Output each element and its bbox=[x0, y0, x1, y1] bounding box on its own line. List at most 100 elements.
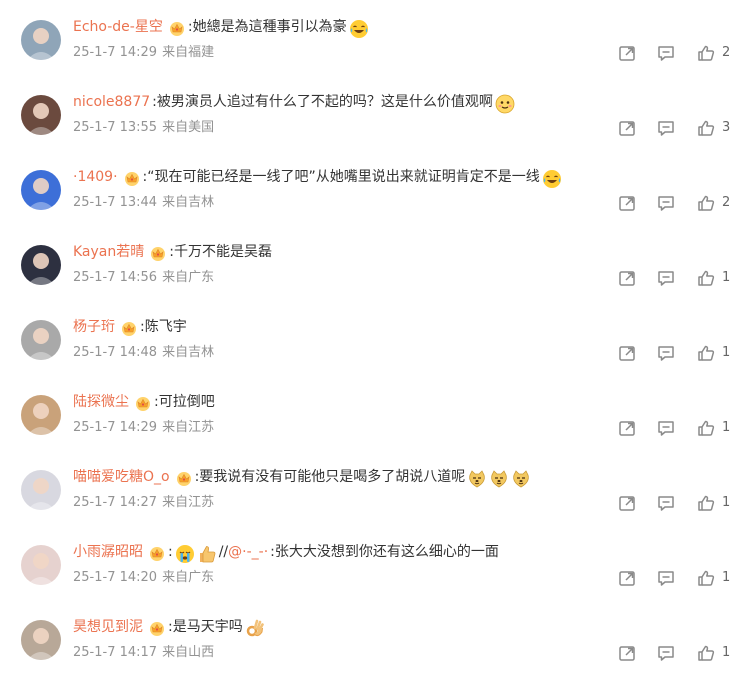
like-icon[interactable] bbox=[697, 644, 715, 662]
share-icon[interactable] bbox=[618, 569, 636, 587]
comment-meta: 25-1-7 14:29 来自福建 bbox=[73, 43, 214, 63]
like-icon[interactable] bbox=[697, 194, 715, 212]
share-icon[interactable] bbox=[618, 344, 636, 362]
username-link[interactable]: 喵喵爱吃糖O_o bbox=[73, 465, 170, 489]
comment-location: 来自广东 bbox=[162, 570, 215, 585]
comment-line: Kayan若晴:千万不能是吴磊 bbox=[73, 240, 728, 264]
username-link[interactable]: 杨子珩 bbox=[73, 315, 115, 339]
comment-item: nicole8877:被男演员人追过有什么了不起的吗？这是什么价值观啊 25-1-… bbox=[0, 82, 748, 157]
avatar[interactable] bbox=[21, 470, 61, 510]
share-icon[interactable] bbox=[618, 419, 636, 437]
comment-location: 来自山西 bbox=[162, 645, 215, 660]
avatar[interactable] bbox=[21, 395, 61, 435]
comment-location: 来自广东 bbox=[162, 270, 215, 285]
like-icon[interactable] bbox=[697, 569, 715, 587]
username-link[interactable]: 小雨潺昭昭 bbox=[73, 540, 143, 564]
comment-date: 25-1-7 bbox=[73, 570, 116, 585]
comment-line: 陆探微尘:可拉倒吧 bbox=[73, 390, 728, 414]
comment-item: 小雨潺昭昭: //@·-_-·:张大大没想到你还有这么细心的一面 25-1-7 14… bbox=[0, 532, 748, 607]
comment-meta: 25-1-7 13:44 来自吉林 bbox=[73, 193, 214, 213]
comment-item: 喵喵爱吃糖O_o:要我说有没有可能他只是喝多了胡说八道呢 25-1-7 14:27… bbox=[0, 457, 748, 532]
comment-line: Echo-de-星空 :她總是為這種事引以為豪 bbox=[73, 15, 728, 39]
comment-actions: 2 bbox=[618, 43, 748, 63]
comment-icon[interactable] bbox=[657, 44, 675, 62]
username-link[interactable]: 昊想见到泥 bbox=[73, 615, 143, 639]
share-icon[interactable] bbox=[618, 494, 636, 512]
comment-text: :她總是為這種事引以為豪 bbox=[187, 19, 347, 35]
comment-text: : bbox=[168, 544, 173, 560]
vip-crown-icon bbox=[134, 395, 152, 411]
comment-line: 杨子珩 :陈飞宇 bbox=[73, 315, 728, 339]
comment-meta: 25-1-7 14:29 来自江苏 bbox=[73, 418, 214, 438]
comment-actions: 1 bbox=[618, 418, 748, 438]
comment-date: 25-1-7 bbox=[73, 345, 116, 360]
share-icon[interactable] bbox=[618, 44, 636, 62]
avatar[interactable] bbox=[21, 545, 61, 585]
comment-text: :陈飞宇 bbox=[140, 319, 187, 335]
comment-line: 昊想见到泥 :是马天宇吗 bbox=[73, 615, 728, 639]
shy-smile-emoji-icon bbox=[495, 94, 515, 114]
comment-actions: 1 bbox=[618, 493, 748, 513]
comment-icon[interactable] bbox=[657, 269, 675, 287]
username-link[interactable]: 陆探微尘 bbox=[73, 390, 129, 414]
username-link[interactable]: nicole8877 bbox=[73, 90, 150, 114]
share-icon[interactable] bbox=[618, 644, 636, 662]
comment-time: 13:55 bbox=[119, 120, 158, 135]
comment-icon[interactable] bbox=[657, 344, 675, 362]
username-link[interactable]: Kayan若晴 bbox=[73, 240, 144, 264]
comment-icon[interactable] bbox=[657, 569, 675, 587]
comment-date: 25-1-7 bbox=[73, 420, 116, 435]
share-icon[interactable] bbox=[618, 119, 636, 137]
comment-date: 25-1-7 bbox=[73, 195, 116, 210]
share-icon[interactable] bbox=[618, 194, 636, 212]
comment-text: :是马天宇吗 bbox=[168, 619, 243, 635]
avatar[interactable] bbox=[21, 620, 61, 660]
comment-meta: 25-1-7 13:55 来自美国 bbox=[73, 118, 214, 138]
comment-icon[interactable] bbox=[657, 119, 675, 137]
comment-meta: 25-1-7 14:27 来自江苏 bbox=[73, 493, 214, 513]
like-icon[interactable] bbox=[697, 419, 715, 437]
vip-crown-icon bbox=[123, 170, 141, 186]
comment-date: 25-1-7 bbox=[73, 270, 116, 285]
username-link[interactable]: ·1409· bbox=[73, 165, 118, 189]
mention-link[interactable]: @·-_-· bbox=[228, 540, 268, 564]
username-link[interactable]: Echo-de-星空 bbox=[73, 15, 163, 39]
comment-icon[interactable] bbox=[657, 494, 675, 512]
avatar[interactable] bbox=[21, 245, 61, 285]
avatar[interactable] bbox=[21, 20, 61, 60]
comment-item: 昊想见到泥:是马天宇吗 25-1-7 14:17 来自山西 1 bbox=[0, 607, 748, 682]
vip-crown-icon bbox=[148, 620, 166, 636]
comment-time: 13:44 bbox=[119, 195, 158, 210]
comment-meta: 25-1-7 14:56 来自广东 bbox=[73, 268, 214, 288]
share-icon[interactable] bbox=[618, 269, 636, 287]
comment-icon[interactable] bbox=[657, 419, 675, 437]
comment-item: Kayan若晴:千万不能是吴磊 25-1-7 14:56 来自广东 1 bbox=[0, 232, 748, 307]
avatar[interactable] bbox=[21, 95, 61, 135]
comment-time: 14:17 bbox=[119, 645, 158, 660]
like-icon[interactable] bbox=[697, 494, 715, 512]
comment-icon[interactable] bbox=[657, 644, 675, 662]
like-icon[interactable] bbox=[697, 269, 715, 287]
comment-time: 14:20 bbox=[119, 570, 158, 585]
avatar[interactable] bbox=[21, 320, 61, 360]
comment-line: 喵喵爱吃糖O_o:要我说有没有可能他只是喝多了胡说八道呢 bbox=[73, 465, 728, 489]
comment-meta: 25-1-7 14:48 来自吉林 bbox=[73, 343, 214, 363]
comment-meta: 25-1-7 14:20 来自广东 bbox=[73, 568, 214, 588]
comment-actions: 1 bbox=[618, 643, 748, 663]
comment-actions: 1 bbox=[618, 568, 748, 588]
comment-time: 14:27 bbox=[119, 495, 158, 510]
like-icon[interactable] bbox=[697, 44, 715, 62]
comment-item: ·1409·:“现在可能已经是一线了吧”从她嘴里说出来就证明肯定不是一线 25-1… bbox=[0, 157, 748, 232]
avatar[interactable] bbox=[21, 170, 61, 210]
like-icon[interactable] bbox=[697, 119, 715, 137]
like-icon[interactable] bbox=[697, 344, 715, 362]
vip-crown-icon bbox=[149, 245, 167, 261]
comment-location: 来自福建 bbox=[162, 45, 215, 60]
like-count: 1 bbox=[722, 645, 731, 660]
laugh-cry-emoji-icon bbox=[542, 169, 562, 189]
comment-icon[interactable] bbox=[657, 194, 675, 212]
comment-actions: 1 bbox=[618, 343, 748, 363]
ok-hand-emoji-icon bbox=[245, 619, 265, 639]
doge-emoji-icon bbox=[511, 469, 531, 489]
like-count: 1 bbox=[722, 345, 731, 360]
